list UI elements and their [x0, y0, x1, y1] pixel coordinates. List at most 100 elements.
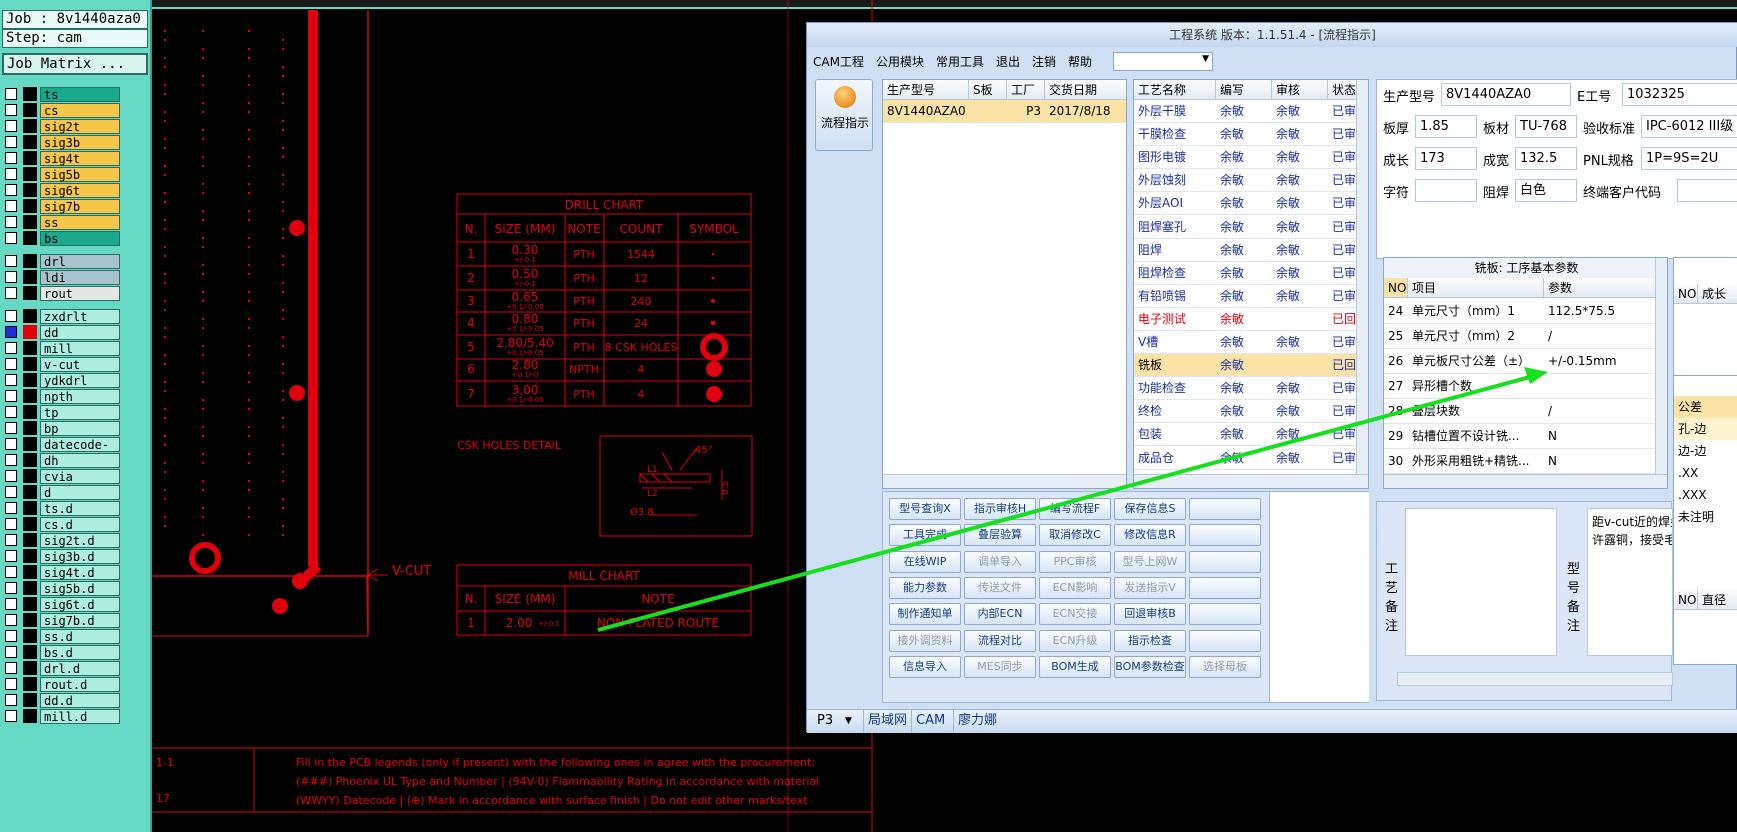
menu-cam[interactable]: CAM工程 [813, 53, 864, 70]
layer-checkbox[interactable] [5, 152, 17, 164]
action-button[interactable]: 发送指示V [1114, 576, 1186, 599]
site-selector[interactable]: P3 [817, 710, 833, 732]
blank-button[interactable] [1189, 576, 1261, 599]
menu-help[interactable]: 帮助 [1068, 53, 1092, 70]
col-model[interactable]: 生产型号 [883, 80, 969, 100]
model-remark-field[interactable]: 距v-cut近的焊盘 许露铜，接受毛 [1587, 508, 1673, 656]
process-grid-hscroll[interactable] [1134, 474, 1368, 488]
tol-hole-edge[interactable]: 孔-边 [1674, 418, 1737, 440]
blank-button[interactable] [1189, 629, 1261, 652]
action-button[interactable]: 取消修改C [1039, 524, 1111, 547]
layer-row[interactable]: sig7b [2, 198, 120, 214]
col-sboard[interactable]: S板 [969, 80, 1007, 100]
layer-checkbox[interactable] [5, 438, 17, 450]
action-button[interactable]: 选择母板 [1189, 655, 1261, 678]
action-button[interactable]: 指示审核H [964, 498, 1036, 520]
tab-user[interactable]: 廖力娜 [953, 710, 997, 732]
layer-row[interactable]: sig4t.d [2, 564, 120, 580]
action-button[interactable]: 传送文件 [964, 576, 1036, 599]
col-writer[interactable]: 编写 [1216, 80, 1272, 100]
right2-col-no[interactable]: NO [1674, 590, 1698, 610]
job-matrix-button[interactable]: Job Matrix ... [2, 53, 148, 75]
layer-row[interactable]: sig6t.d [2, 596, 120, 612]
tol-xx[interactable]: .XX [1674, 462, 1737, 484]
layer-row[interactable]: bp [2, 420, 120, 436]
action-button[interactable]: 工具完成 [889, 524, 961, 547]
table-row[interactable]: 30 外形采用粗铣+精铣... N [1384, 449, 1667, 474]
layer-checkbox[interactable] [5, 310, 17, 322]
layer-row[interactable]: sig3b.d [2, 548, 120, 564]
action-button[interactable]: ECN影响 [1039, 576, 1111, 599]
layer-row[interactable]: mill.d [2, 708, 120, 724]
layer-checkbox[interactable] [5, 566, 17, 578]
blank-button[interactable] [1189, 498, 1261, 520]
layer-checkbox[interactable] [5, 216, 17, 228]
layer-checkbox[interactable] [5, 271, 17, 283]
layer-checkbox[interactable] [5, 470, 17, 482]
layer-row[interactable]: sig6t [2, 182, 120, 198]
params-scrollbar[interactable] [1655, 258, 1667, 476]
layer-checkbox[interactable] [5, 614, 17, 626]
layer-checkbox[interactable] [5, 326, 17, 338]
col-delivery[interactable]: 交货日期 [1045, 80, 1126, 100]
layer-row[interactable]: tp [2, 404, 120, 420]
layer-checkbox[interactable] [5, 136, 17, 148]
action-button[interactable]: MES同步 [964, 655, 1036, 678]
layer-checkbox[interactable] [5, 710, 17, 722]
process-grid-scrollbar[interactable] [1356, 80, 1368, 476]
col-checker[interactable]: 审核 [1272, 80, 1328, 100]
table-row[interactable]: 8V1440AZA0 P3 2017/8/18 [883, 100, 1126, 123]
action-button[interactable]: BOM参数检查 [1114, 655, 1186, 678]
action-button[interactable]: 修改信息R [1114, 524, 1186, 547]
tol-unspecified[interactable]: 未注明 [1674, 506, 1737, 528]
action-button[interactable]: 型号查询X [889, 498, 961, 520]
layer-row[interactable]: cvia [2, 468, 120, 484]
table-row[interactable]: 外层AOI 余敏 余敏 已审 [1134, 192, 1368, 216]
table-row[interactable]: 功能检查 余敏 余敏 已审 [1134, 377, 1368, 401]
table-row[interactable]: 29 钻槽位置不设计铣... N [1384, 424, 1667, 449]
tolerance-grid[interactable]: 公差 孔-边 边-边 .XX .XXX 未注明 NO 直径 [1673, 375, 1737, 665]
action-button[interactable]: 接外调资料 [889, 629, 961, 652]
layer-checkbox[interactable] [5, 582, 17, 594]
params-col-item[interactable]: 项目 [1408, 278, 1544, 298]
menu-common[interactable]: 公用模块 [876, 53, 924, 70]
params-col-value[interactable]: 参数 [1544, 278, 1656, 298]
layer-checkbox[interactable] [5, 454, 17, 466]
action-button[interactable]: 制作通知单 [889, 603, 961, 626]
table-row[interactable]: 图形电镀 余敏 余敏 已审 [1134, 146, 1368, 170]
action-button[interactable]: 编写流程F [1039, 498, 1111, 520]
flow-indicator-button[interactable]: 流程指示 [815, 79, 873, 151]
table-row[interactable]: 外层蚀刻 余敏 余敏 已审 [1134, 169, 1368, 193]
action-button[interactable]: ECN交接 [1039, 603, 1111, 626]
table-row[interactable]: 26 单元板尺寸公差（±） +/-0.15mm [1384, 349, 1667, 374]
layer-row[interactable]: rout [2, 285, 120, 301]
layer-checkbox[interactable] [5, 374, 17, 386]
mask-field[interactable]: 白色 [1515, 179, 1577, 202]
table-row[interactable]: 24 单元尺寸（mm）1 112.5*75.5 [1384, 299, 1667, 324]
layer-row[interactable]: ss.d [2, 628, 120, 644]
table-row[interactable]: 28 叠层块数 / [1384, 399, 1667, 424]
layer-row[interactable]: v-cut [2, 356, 120, 372]
layer-checkbox[interactable] [5, 694, 17, 706]
action-button[interactable]: 叠层验算 [964, 524, 1036, 547]
right-col-len[interactable]: 成长 [1698, 284, 1737, 304]
layer-row[interactable]: sig5b.d [2, 580, 120, 596]
layer-checkbox[interactable] [5, 342, 17, 354]
layer-row[interactable]: bs.d [2, 644, 120, 660]
layer-row[interactable]: sig2t.d [2, 532, 120, 548]
layer-checkbox[interactable] [5, 200, 17, 212]
layer-row[interactable]: sig4t [2, 150, 120, 166]
menu-exit[interactable]: 退出 [996, 53, 1020, 70]
customer-field[interactable] [1677, 179, 1737, 202]
layer-row[interactable]: datecode-bs [2, 436, 120, 467]
layer-row[interactable]: sig5b [2, 166, 120, 182]
layer-row[interactable]: dd [2, 324, 120, 340]
layer-row[interactable]: d [2, 484, 120, 500]
action-button[interactable]: 型号上网W [1114, 550, 1186, 573]
action-button[interactable]: 回退审核B [1114, 603, 1186, 626]
layer-checkbox[interactable] [5, 518, 17, 530]
action-button[interactable]: PPC审核 [1039, 550, 1111, 573]
action-button[interactable]: 指示检查 [1114, 629, 1186, 652]
layer-checkbox[interactable] [5, 662, 17, 674]
layer-row[interactable]: ldi [2, 269, 120, 285]
